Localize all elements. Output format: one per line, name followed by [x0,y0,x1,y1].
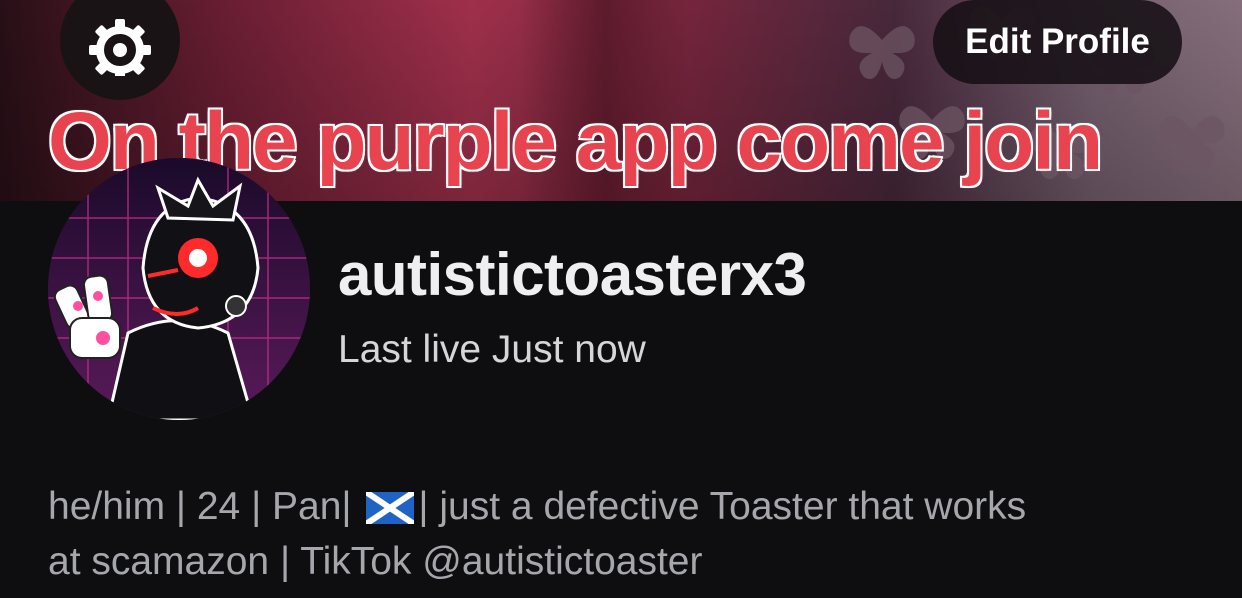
profile-username: autistictoasterx3 [338,241,807,308]
avatar[interactable] [48,158,310,420]
scotland-flag-icon [364,487,417,537]
profile-bio: he/him | 24 | Pan| | just a defective To… [48,482,1208,587]
avatar-image [48,158,310,420]
bio-line2: at scamazon | TikTok @autistictoaster [48,540,703,583]
bio-line1-end: | just a defective Toaster that works [418,485,1027,528]
edit-profile-label: Edit Profile [965,22,1150,61]
last-live-status: Last live Just now [338,328,646,371]
gear-icon [89,19,151,76]
edit-profile-button[interactable]: Edit Profile [933,0,1182,84]
bio-line1-start: he/him | 24 | Pan| [48,485,352,528]
